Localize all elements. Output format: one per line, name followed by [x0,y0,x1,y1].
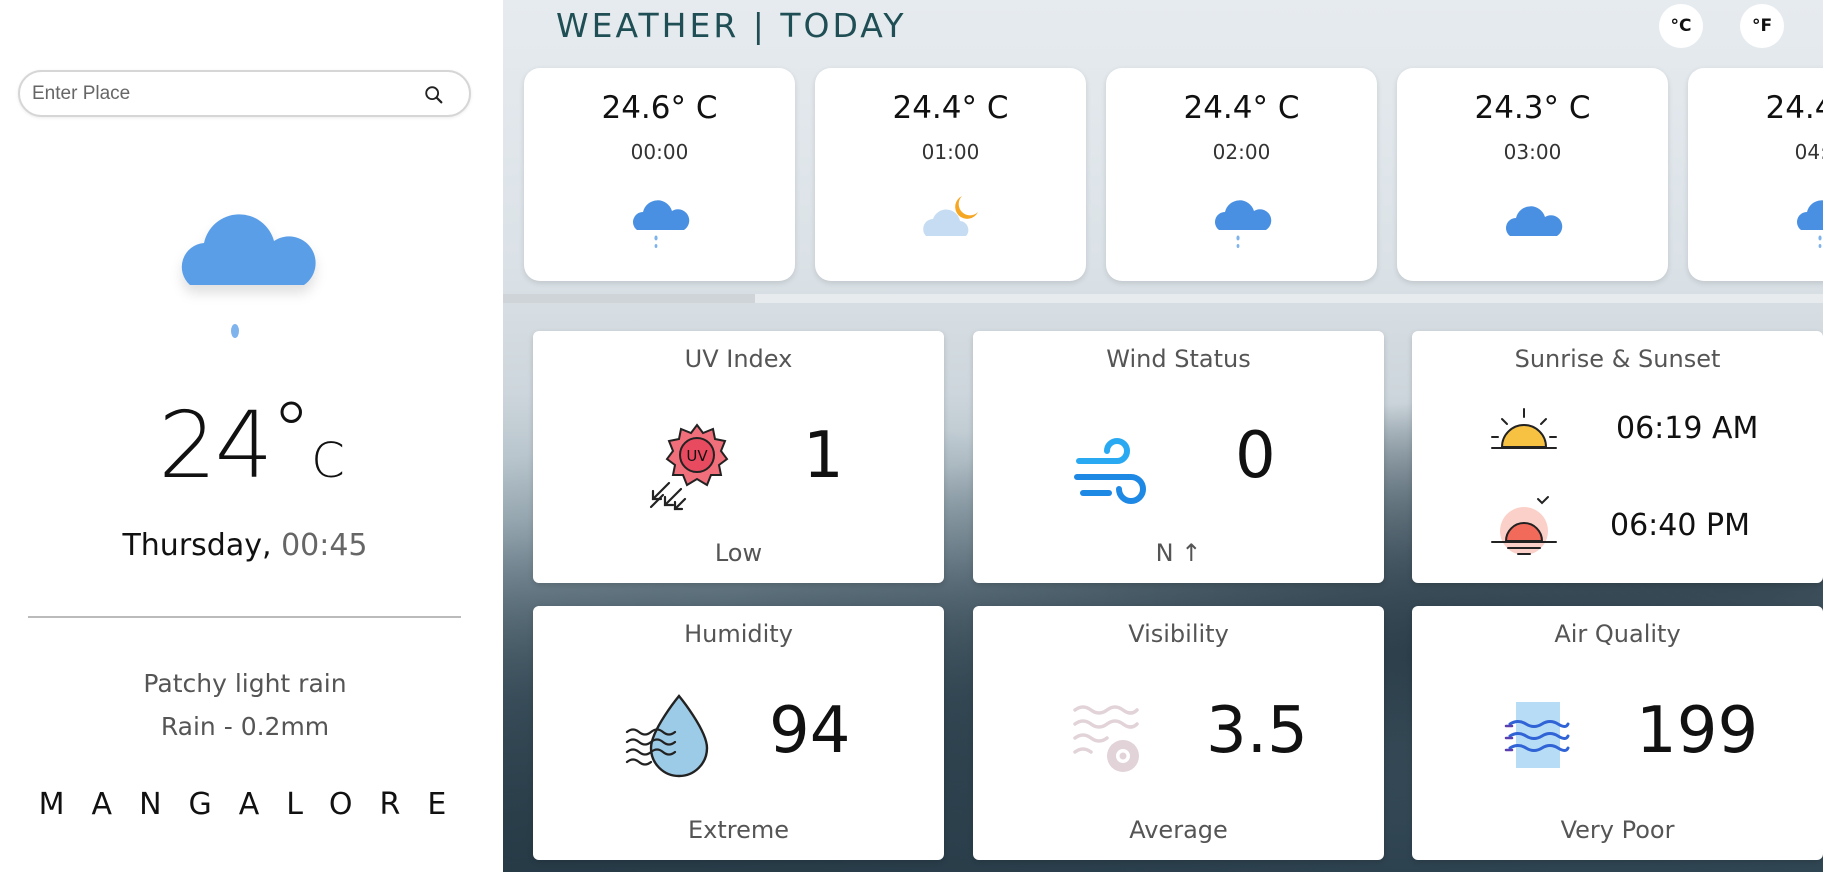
temperature-value: 24 [158,392,273,499]
hourly-temp: 24.6° C [601,90,718,126]
hourly-time: 00:00 [630,140,689,164]
degree-symbol: ° [271,385,312,478]
visibility-value: 3.5 [1206,694,1308,768]
visibility-status: Average [1129,816,1228,844]
search-input[interactable] [32,81,412,107]
partly-cloudy-night-icon [922,196,978,236]
air-quality-card: Air Quality 199 Very Poor [1412,606,1823,860]
sunset-icon [1491,496,1557,555]
card-title: Wind Status [1106,345,1251,373]
sidebar: 24°C Thursday, 00:45 Patchy light rain R… [0,0,503,872]
temperature-unit: C [311,433,345,489]
wind-direction: N ↑ [1155,539,1202,567]
svg-text:UV: UV [686,447,708,465]
celsius-button[interactable]: °C [1659,4,1703,48]
air-quality-value: 199 [1636,694,1759,768]
hourly-time: 02:00 [1212,140,1271,164]
hourly-temp: 24.4° C [1183,90,1300,126]
cloudy-icon [1505,206,1562,236]
card-title: Air Quality [1554,620,1681,648]
wind-status-card: Wind Status 0 N ↑ [973,331,1384,583]
hourly-card: 24.4° C 02:00 [1106,68,1377,281]
humidity-status: Extreme [687,816,790,844]
search-icon[interactable] [423,84,445,106]
air-quality-icon [1504,702,1570,768]
sunrise-time: 06:19 AM [1616,411,1759,446]
main-panel: WEATHER | TODAY °C °F 24.6° C 00:00 24.4… [503,0,1823,872]
hourly-card: 24.3° C 03:00 [1397,68,1668,281]
card-title: Humidity [684,620,793,648]
uv-value: 1 [803,419,844,493]
day-label: Thursday, [122,528,272,563]
rain-cloud-icon [632,200,689,248]
hourly-scrollbar-thumb[interactable] [503,294,755,303]
page-title: WEATHER | TODAY [556,6,907,45]
hourly-time: 03:00 [1503,140,1562,164]
visibility-fog-eye-icon [1073,705,1139,772]
rain-text: Rain - 0.2mm [160,712,330,741]
time-label: 00:45 [281,528,368,563]
card-title: UV Index [684,345,793,373]
wind-value: 0 [1235,419,1276,493]
hourly-time: 01:00 [921,140,980,164]
hourly-temp: 24.4° C [1765,90,1823,126]
fahrenheit-button[interactable]: °F [1740,4,1784,48]
hourly-card: 24.6° C 00:00 [524,68,795,281]
hourly-temp: 24.3° C [1474,90,1591,126]
search-box[interactable] [18,70,471,117]
sunrise-sunset-card: Sunrise & Sunset 06:19 AM 06:40 PM [1412,331,1823,583]
rain-cloud-icon [181,214,316,338]
card-title: Sunrise & Sunset [1514,345,1721,373]
city-name: MANGALORE [38,787,474,822]
humidity-drop-icon [625,694,709,778]
hourly-card: 24.4° C 04:00 [1688,68,1823,281]
air-quality-status: Very Poor [1560,816,1675,844]
humidity-value: 94 [769,694,851,768]
wind-icon [1074,438,1146,504]
current-temperature: 24°C [0,385,503,499]
condition-text: Patchy light rain [143,669,347,698]
divider [28,616,461,618]
uv-index-card: UV Index UV 1 Low [533,331,944,583]
humidity-card: Humidity 94 Extreme [533,606,944,860]
card-title: Visibility [1128,620,1229,648]
hourly-time: 04:00 [1794,140,1823,164]
uv-sun-icon: UV [649,423,729,511]
sunset-time: 06:40 PM [1610,508,1750,543]
visibility-card: Visibility 3.5 Average [973,606,1384,860]
rain-cloud-icon [1796,200,1823,248]
rain-cloud-icon [1214,200,1271,248]
uv-status: Low [714,539,763,567]
hourly-card: 24.4° C 01:00 [815,68,1086,281]
sunrise-icon [1491,408,1557,449]
day-time: Thursday, 00:45 [0,528,490,563]
hourly-temp: 24.4° C [892,90,1009,126]
